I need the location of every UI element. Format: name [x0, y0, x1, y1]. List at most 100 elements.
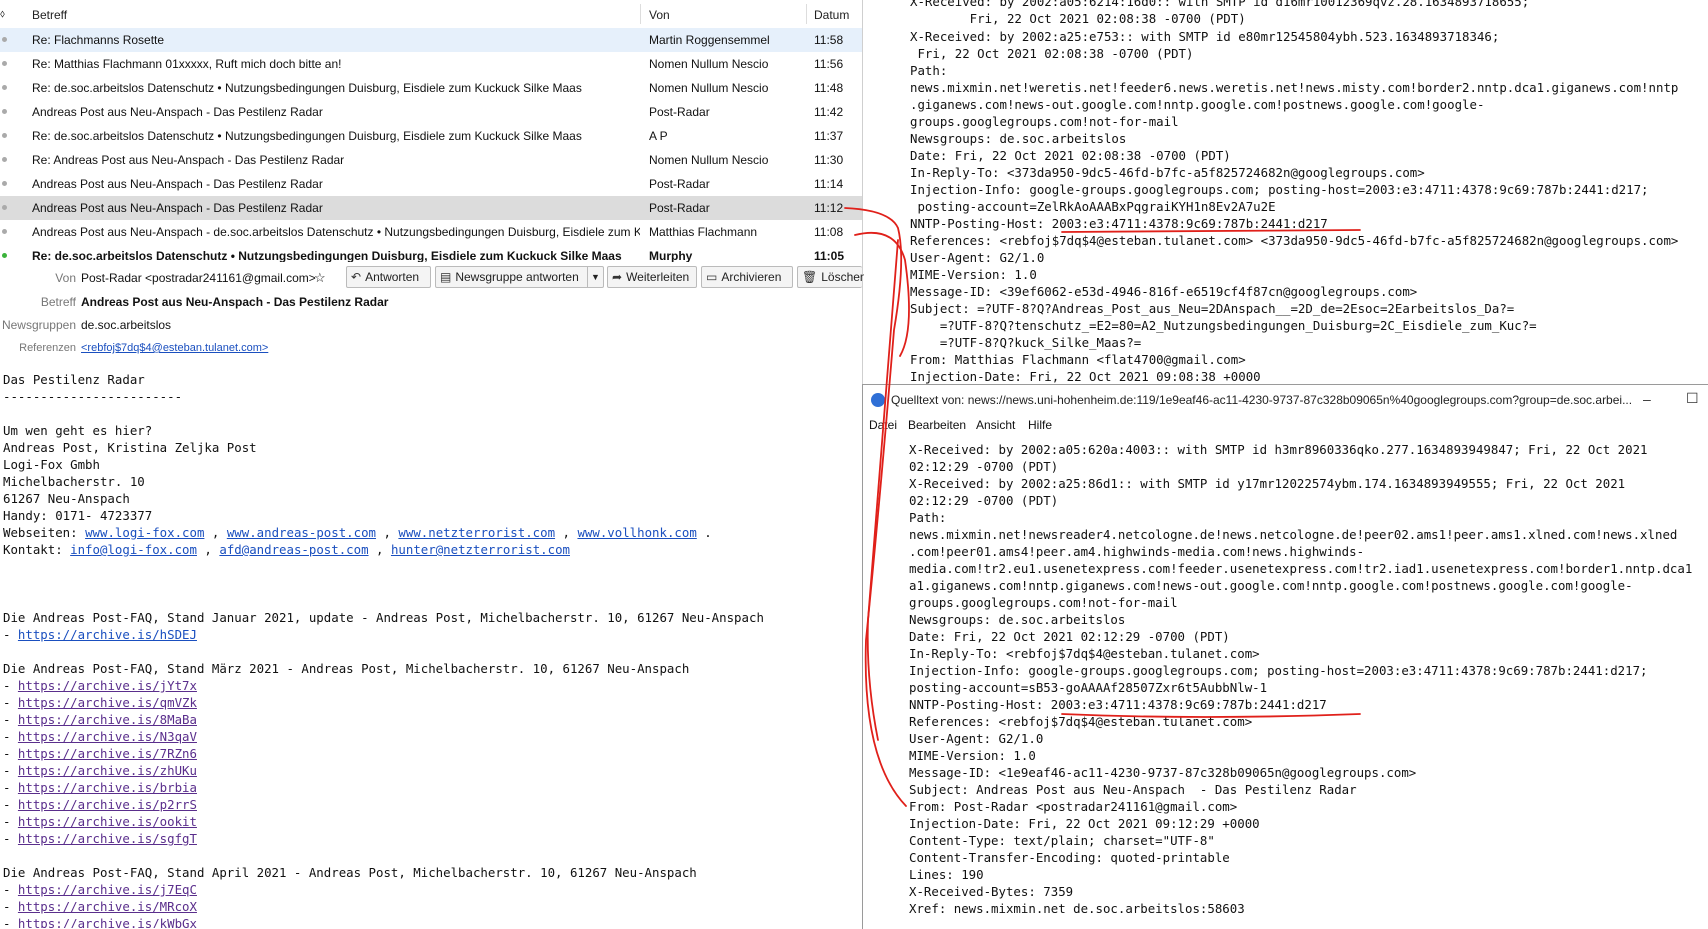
archive-link[interactable]: https://archive.is/j7EqC — [18, 882, 197, 897]
maximize-icon[interactable]: ☐ — [1686, 390, 1699, 407]
email-link[interactable]: hunter@netzterrorist.com — [391, 542, 570, 557]
reply-label: Antworten — [365, 270, 420, 284]
delete-button[interactable]: 🗑 Löschen — [797, 266, 867, 288]
body-text: Logi-Fox Gmbh — [3, 457, 100, 472]
message-subject: Re: Andreas Post aus Neu-Anspach - Das P… — [32, 153, 345, 167]
faq-heading: Die Andreas Post-FAQ, Stand Januar 2021,… — [3, 610, 764, 625]
body-text: Um wen geht es hier? — [3, 423, 153, 438]
archive-link[interactable]: https://archive.is/8MaBa — [18, 712, 197, 727]
column-divider[interactable] — [640, 4, 641, 24]
thread-column-icon[interactable]: ⬨ — [0, 8, 5, 21]
message-subject: Re: Matthias Flachmann 01xxxxx, Ruft mic… — [32, 57, 342, 71]
forward-button[interactable]: ➦ Weiterleiten — [607, 266, 697, 288]
from-label: Von — [55, 271, 76, 285]
message-from: Post-Radar — [649, 177, 710, 191]
minimize-icon[interactable]: – — [1643, 391, 1651, 407]
message-time: 11:14 — [814, 177, 844, 191]
faq-link-item: - https://archive.is/qmVZk — [3, 695, 197, 710]
column-divider[interactable] — [806, 4, 807, 24]
message-subject: Andreas Post aus Neu-Anspach - Das Pesti… — [32, 105, 323, 119]
source-line: X-Received: by 2002:a05:620a:4003:: with… — [909, 442, 1648, 457]
forward-label: Weiterleiten — [626, 270, 690, 284]
source-line: Injection-Date: Fri, 22 Oct 2021 09:08:3… — [910, 369, 1261, 384]
message-row-unread[interactable]: Re: de.soc.arbeitslos Datenschutz • Nutz… — [0, 244, 862, 262]
source-line: media.com!tr2.eu1.usenetexpress.com!feed… — [909, 561, 1693, 576]
source-line: X-Received: by 2002:a25:e753:: with SMTP… — [910, 29, 1500, 44]
archive-button[interactable]: ▭ Archivieren — [701, 266, 793, 288]
archive-link[interactable]: https://archive.is/jYt7x — [18, 678, 197, 693]
message-row[interactable]: Andreas Post aus Neu-Anspach - de.soc.ar… — [0, 220, 862, 244]
source-line: Path: — [910, 63, 948, 78]
source-line: Xref: news.mixmin.net de.soc.arbeitslos:… — [909, 901, 1245, 916]
source-line: .com!peer01.ams4!peer.am4.highwinds-medi… — [909, 544, 1365, 559]
source-line: In-Reply-To: <rebfoj$7dq$4@esteban.tulan… — [909, 646, 1260, 661]
faq-link-item: - https://archive.is/brbia — [3, 780, 197, 795]
email-link[interactable]: info@logi-fox.com — [70, 542, 197, 557]
menu-view[interactable]: Ansicht — [976, 418, 1015, 432]
contact-line: Kontakt: info@logi-fox.com , afd@andreas… — [3, 542, 570, 557]
message-row[interactable]: Andreas Post aus Neu-Anspach - Das Pesti… — [0, 100, 862, 124]
website-link[interactable]: www.andreas-post.com — [227, 525, 376, 540]
source-line: Newsgroups: de.soc.arbeitslos — [909, 612, 1126, 627]
source-view-top: X-Received: by 2002:a05:6214:16d0:: with… — [864, 0, 1708, 384]
message-from: Murphy — [649, 249, 693, 262]
star-icon[interactable]: ☆ — [314, 270, 326, 286]
archive-link[interactable]: https://archive.is/MRcoX — [18, 899, 197, 914]
from-value[interactable]: Post-Radar <postradar241161@gmail.com> — [81, 271, 316, 285]
unread-status-icon — [2, 253, 7, 258]
body-title: Das Pestilenz Radar — [3, 372, 145, 387]
group-reply-button[interactable]: ▤ Newsgruppe antworten ▼ — [435, 266, 604, 288]
menu-edit[interactable]: Bearbeiten — [908, 418, 966, 432]
references-link[interactable]: <rebfoj$7dq$4@esteban.tulanet.com> — [81, 342, 268, 354]
website-link[interactable]: www.vollhonk.com — [577, 525, 696, 540]
source-line: 02:12:29 -0700 (PDT) — [909, 459, 1059, 474]
window-titlebar[interactable]: Quelltext von: news://news.uni-hohenheim… — [863, 385, 1708, 415]
message-row-selected[interactable]: Andreas Post aus Neu-Anspach - Das Pesti… — [0, 196, 862, 220]
website-link[interactable]: www.netzterrorist.com — [398, 525, 555, 540]
archive-link[interactable]: https://archive.is/sgfgT — [18, 831, 197, 846]
message-time: 11:42 — [814, 105, 844, 119]
message-row[interactable]: Re: Matthias Flachmann 01xxxxx, Ruft mic… — [0, 52, 862, 76]
message-row[interactable]: Re: de.soc.arbeitslos Datenschutz • Nutz… — [0, 76, 862, 100]
source-line: Newsgroups: de.soc.arbeitslos — [910, 131, 1127, 146]
website-link[interactable]: www.logi-fox.com — [85, 525, 204, 540]
message-row[interactable]: Re: Flachmanns Rosette Martin Roggensemm… — [0, 28, 862, 52]
source-line: Injection-Info: google-groups.googlegrou… — [910, 182, 1649, 197]
archive-link[interactable]: https://archive.is/qmVZk — [18, 695, 197, 710]
reply-button[interactable]: ↶ Antworten — [346, 266, 431, 288]
source-line: X-Received: by 2002:a25:86d1:: with SMTP… — [909, 476, 1626, 491]
source-line: Path: — [909, 510, 947, 525]
newsgroups-value[interactable]: de.soc.arbeitslos — [81, 318, 171, 332]
archive-link[interactable]: https://archive.is/kWbGx — [18, 916, 197, 928]
source-line: Fri, 22 Oct 2021 02:08:38 -0700 (PDT) — [910, 46, 1194, 61]
message-list: ⬨ Betreff Von Datum Re: Flachmanns Roset… — [0, 0, 863, 262]
menu-file[interactable]: Datei — [869, 418, 897, 432]
archive-link[interactable]: https://archive.is/hSDEJ — [18, 627, 197, 642]
websites-line: Webseiten: www.logi-fox.com , www.andrea… — [3, 525, 712, 540]
source-line: Content-Type: text/plain; charset="UTF-8… — [909, 833, 1215, 848]
column-subject[interactable]: Betreff — [32, 8, 67, 22]
column-from[interactable]: Von — [649, 8, 670, 22]
read-status-icon — [2, 181, 7, 186]
archive-link[interactable]: https://archive.is/ookit — [18, 814, 197, 829]
menu-help[interactable]: Hilfe — [1028, 418, 1052, 432]
source-line: 02:12:29 -0700 (PDT) — [909, 493, 1059, 508]
body-text: Andreas Post, Kristina Zeljka Post — [3, 440, 257, 455]
archive-link[interactable]: https://archive.is/N3qaV — [18, 729, 197, 744]
archive-link[interactable]: https://archive.is/brbia — [18, 780, 197, 795]
source-line: In-Reply-To: <373da950-9dc5-46fd-b7fc-a5… — [910, 165, 1425, 180]
faq-link-item: - https://archive.is/8MaBa — [3, 712, 197, 727]
source-line: References: <rebfoj$7dq$4@esteban.tulane… — [909, 714, 1253, 729]
archive-link[interactable]: https://archive.is/7RZn6 — [18, 746, 197, 761]
email-link[interactable]: afd@andreas-post.com — [219, 542, 368, 557]
archive-link[interactable]: https://archive.is/zhUKu — [18, 763, 197, 778]
trash-icon: 🗑 — [802, 270, 818, 284]
message-row[interactable]: Re: Andreas Post aus Neu-Anspach - Das P… — [0, 148, 862, 172]
message-row[interactable]: Re: de.soc.arbeitslos Datenschutz • Nutz… — [0, 124, 862, 148]
archive-link[interactable]: https://archive.is/p2rrS — [18, 797, 197, 812]
message-row[interactable]: Andreas Post aus Neu-Anspach - Das Pesti… — [0, 172, 862, 196]
faq-link-item: - https://archive.is/ookit — [3, 814, 197, 829]
chevron-down-icon[interactable]: ▼ — [587, 267, 603, 287]
column-date[interactable]: Datum — [814, 8, 849, 22]
message-subject: Re: de.soc.arbeitslos Datenschutz • Nutz… — [32, 249, 622, 262]
